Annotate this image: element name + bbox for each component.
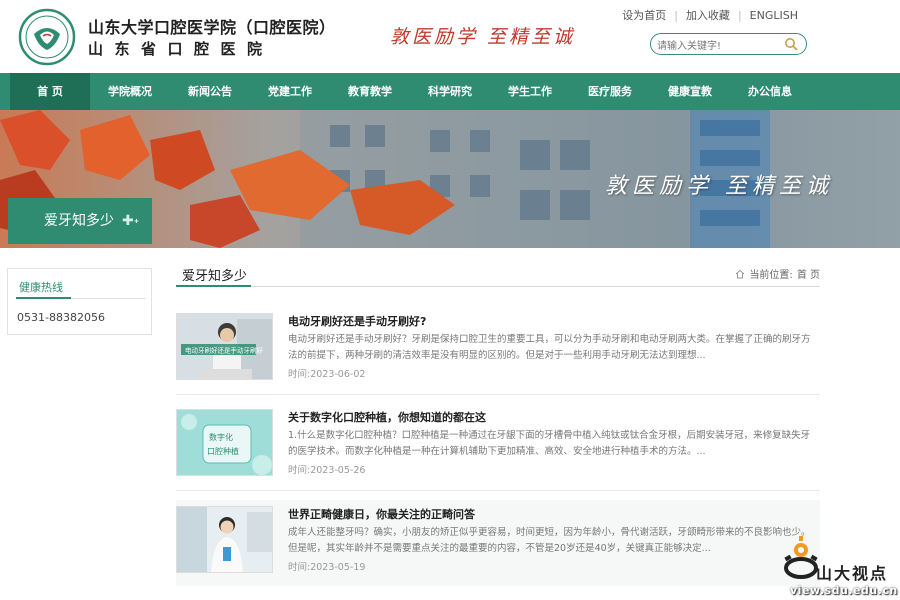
sidebar-title-accent [16,297,71,299]
article-title[interactable]: 关于数字化口腔种植，你想知道的都在这 [288,409,486,425]
article-date: 时间:2023-05-19 [288,562,366,573]
watermark-name: 山大视点 [816,564,889,583]
add-favorite-link[interactable]: 加入收藏 [686,7,730,23]
article-thumbnail[interactable]: 数字化 口腔种植 [176,409,273,476]
title-accent [176,285,251,287]
article-date: 时间:2023-06-02 [288,369,366,380]
nav-item-research[interactable]: 科学研究 [410,73,490,110]
nav-item-office[interactable]: 办公信息 [730,73,810,110]
svg-text:数字化: 数字化 [209,432,233,442]
article-item[interactable]: 数字化 口腔种植 关于数字化口腔种植，你想知道的都在这 1.什么是数字化口腔种植… [176,406,820,489]
article-summary: 成年人还能整牙吗？确实，小朋友的矫正似乎更容易，时间更短，因为年龄小，骨代谢活跃… [288,527,811,554]
article-item[interactable]: 世界正畸健康日，你最关注的正畸问答 成年人还能整牙吗？确实，小朋友的矫正似乎更容… [176,500,820,586]
sidebar-hotline: 健康热线 0531-88382056 [7,268,152,335]
thumbnail-caption: 电动牙刷好还是手动牙刷好 [185,346,264,355]
article-divider [176,490,820,491]
plus-decoration-icon: ✚˖ [122,213,140,229]
link-separator: | [737,8,742,22]
sidebar-title: 健康热线 [19,281,63,294]
article-title[interactable]: 世界正畸健康日，你最关注的正畸问答 [288,506,475,522]
watermark-url: view.sdu.edu.cn [790,584,898,597]
hospital-name: 山东省口腔医院 [88,40,274,58]
banner-slogan: 敦医励学 至精至诚 [605,174,833,199]
breadcrumb-label: 当前位置: [749,270,793,281]
breadcrumb-home-link[interactable]: 首 页 [797,266,820,281]
site-header: 山东大学口腔医学院（口腔医院） 山东省口腔医院 敦医励学 至精至诚 设为首页 |… [0,0,900,73]
watermark: 山大视点 view.sdu.edu.cn [782,536,900,600]
nav-item-health-edu[interactable]: 健康宣教 [650,73,730,110]
set-homepage-link[interactable]: 设为首页 [622,7,666,23]
school-logo[interactable] [18,8,76,66]
banner-tag-label: 爱牙知多少 [44,213,114,229]
nav-item-overview[interactable]: 学院概况 [90,73,170,110]
header-motto: 敦医励学 至精至诚 [390,26,576,48]
nav-item-party[interactable]: 党建工作 [250,73,330,110]
nav-item-medical[interactable]: 医疗服务 [570,73,650,110]
english-link[interactable]: ENGLISH [750,9,798,22]
home-icon [736,269,745,278]
title-divider [176,286,820,287]
article-thumbnail[interactable]: 电动牙刷好还是手动牙刷好 [176,313,273,380]
article-thumbnail[interactable] [176,506,273,573]
article-item[interactable]: 电动牙刷好还是手动牙刷好 电动牙刷好还是手动牙刷好? 电动牙刷好还是手动牙刷好？… [176,310,820,393]
banner-category-tag: 爱牙知多少 ✚˖ [8,198,152,244]
top-links: 设为首页 | 加入收藏 | ENGLISH [622,7,798,23]
watermark-logo-icon [784,536,818,579]
nav-item-students[interactable]: 学生工作 [490,73,570,110]
nav-item-education[interactable]: 教育教学 [330,73,410,110]
search-box [650,33,807,57]
search-input[interactable] [657,36,782,57]
hotline-phone: 0531-88382056 [17,311,105,324]
main-nav: 首 页 学院概况 新闻公告 党建工作 教育教学 科学研究 学生工作 医疗服务 健… [0,73,900,110]
article-summary: 电动牙刷好还是手动牙刷好？牙刷是保持口腔卫生的重要工具，可以分为手动牙刷和电动牙… [288,334,811,361]
article-title[interactable]: 电动牙刷好还是手动牙刷好? [288,313,426,329]
banner-image: 敦医励学 至精至诚 爱牙知多少 ✚˖ [0,110,900,248]
school-name: 山东大学口腔医学院（口腔医院） [88,18,336,37]
link-separator: | [674,8,678,22]
breadcrumb: 当前位置: 首 页 [735,266,820,281]
nav-item-news[interactable]: 新闻公告 [170,73,250,110]
article-divider [176,394,820,395]
svg-text:口腔种植: 口腔种植 [207,446,239,456]
article-date: 时间:2023-05-26 [288,465,366,476]
article-summary: 1.什么是数字化口腔种植？口腔种植是一种通过在牙龈下面的牙槽骨中植入纯钛或钛合金… [288,430,811,457]
page-title: 爱牙知多少 [182,269,248,284]
nav-item-home[interactable]: 首 页 [10,73,90,110]
search-icon[interactable] [784,37,798,51]
